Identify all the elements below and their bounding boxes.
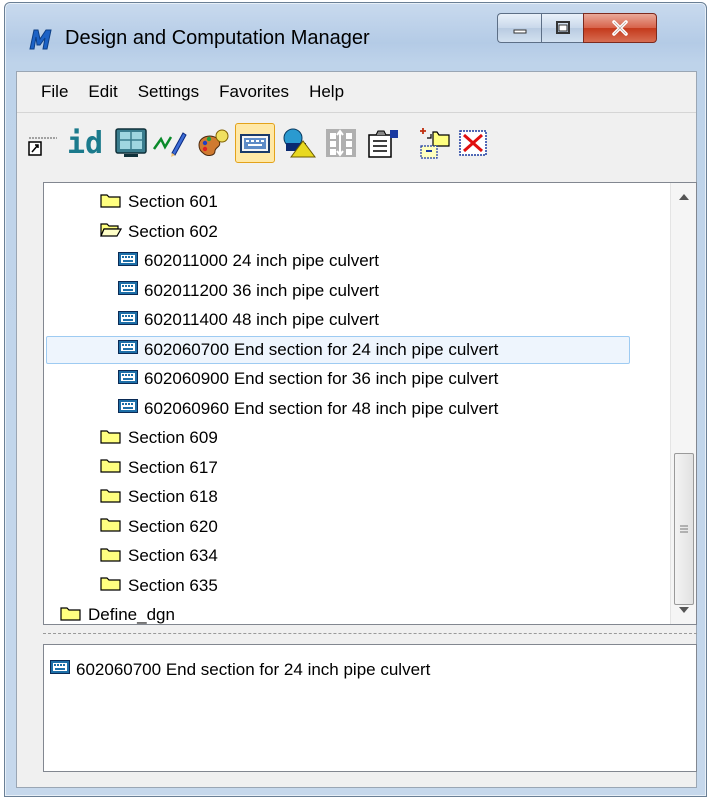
tree-item-label: 602060700 End section for 24 inch pipe c… (144, 339, 499, 359)
title-bar[interactable]: Design and Computation Manager (5, 3, 706, 77)
app-logo-icon (27, 25, 55, 53)
scrollbar-thumb[interactable] (674, 453, 694, 605)
ruler-arrow-icon (28, 137, 57, 156)
tree-folder[interactable]: Section 602 (100, 218, 218, 246)
folder-icon (100, 428, 122, 449)
folder-icon (100, 546, 122, 567)
tree-list: Section 601 Section 602 602011000 24 inch … (44, 183, 670, 624)
app-window: Design and Computation Manager File Edit… (4, 2, 707, 797)
compute-tool-button[interactable] (235, 123, 275, 163)
tree-item[interactable]: 602060700 End section for 24 inch pipe c… (46, 335, 630, 364)
folder-icon (100, 575, 122, 596)
window-title: Design and Computation Manager (65, 27, 370, 49)
menu-settings[interactable]: Settings (136, 80, 201, 104)
shapes-tool-button[interactable] (279, 123, 319, 163)
group-tool-button[interactable] (321, 123, 361, 163)
folder-open-icon (100, 221, 123, 242)
maximize-icon (555, 21, 570, 34)
compute-item-icon (118, 251, 138, 272)
shapes-icon (283, 128, 316, 158)
maximize-button[interactable] (541, 13, 583, 43)
tree-item-label: Section 602 (128, 221, 218, 241)
add-folder-button[interactable] (415, 123, 455, 163)
close-icon (612, 20, 628, 36)
tree-folder[interactable]: Section 609 (100, 424, 218, 452)
tree-item-label: 602011400 48 inch pipe culvert (144, 310, 380, 329)
folder-icon (100, 457, 122, 478)
tree-item[interactable]: 602060900 End section for 36 inch pipe c… (118, 365, 498, 393)
folder-icon (100, 516, 122, 537)
tree-item-label: Section 609 (128, 428, 218, 447)
folder-icon (100, 487, 122, 508)
tree-item[interactable]: 602011000 24 inch pipe culvert (118, 247, 379, 275)
scroll-down-button[interactable] (673, 598, 695, 622)
tree-folder[interactable]: Section 635 (100, 572, 218, 600)
menu-bar: File Edit Settings Favorites Help (17, 72, 696, 112)
id-tool-button[interactable]: id (65, 123, 105, 163)
monitor-icon (115, 128, 147, 157)
tree-folder[interactable]: Section 617 (100, 454, 218, 482)
tree-view[interactable]: Section 601 Section 602 602011000 24 inch … (43, 182, 697, 625)
symbology-tool-button[interactable] (193, 123, 233, 163)
draw-tool-button[interactable] (149, 123, 189, 163)
delete-button[interactable] (453, 123, 493, 163)
pane-splitter[interactable] (43, 628, 697, 638)
tree-item-label: Section 620 (128, 516, 218, 536)
client-area: File Edit Settings Favorites Help id Sec… (16, 71, 697, 788)
scroll-up-arrow-icon (679, 194, 689, 200)
tree-item-label: 602060960 End section for 48 inch pipe c… (144, 398, 499, 418)
compute-item-icon (118, 339, 138, 360)
detail-item: 602060700 End section for 24 inch pipe c… (50, 659, 430, 680)
scroll-down-arrow-icon (679, 607, 689, 613)
menu-help[interactable]: Help (307, 80, 346, 104)
tree-item[interactable]: 602011200 36 inch pipe culvert (118, 277, 379, 305)
detail-label: 602060700 End section for 24 inch pipe c… (76, 659, 431, 679)
compute-item-icon (118, 280, 138, 301)
minimize-button[interactable] (497, 13, 541, 43)
tree-item-label: 602011200 36 inch pipe culvert (144, 280, 380, 300)
minimize-icon (513, 29, 526, 34)
tree-folder[interactable]: Define_dgn (60, 601, 175, 624)
menu-favorites[interactable]: Favorites (217, 80, 291, 104)
tree-item-label: Section 617 (128, 457, 218, 477)
grip-icon (680, 525, 688, 533)
vertical-scrollbar[interactable] (670, 183, 696, 624)
detail-pane: 602060700 End section for 24 inch pipe c… (43, 644, 697, 772)
tree-item[interactable]: 602060960 End section for 48 inch pipe c… (118, 395, 498, 423)
tree-item-label: Section 635 (128, 575, 218, 595)
compute-item-icon (118, 398, 138, 419)
close-button[interactable] (583, 13, 657, 43)
tree-item-label: Section 618 (128, 487, 218, 506)
scroll-up-button[interactable] (673, 185, 695, 209)
compute-item-icon (50, 659, 70, 680)
tree-folder[interactable]: Section 601 (100, 188, 218, 216)
display-tool-button[interactable] (111, 123, 151, 163)
delete-icon (459, 130, 487, 156)
tree-item-label: 602011000 24 inch pipe culvert (144, 251, 380, 270)
compute-item-icon (118, 369, 138, 390)
tree-item[interactable]: 602011400 48 inch pipe culvert (118, 306, 379, 334)
grid-arrows-icon (326, 129, 356, 157)
folder-icon (100, 192, 122, 213)
tree-folder[interactable]: Section 634 (100, 542, 218, 570)
tree-item-label: Define_dgn (88, 605, 175, 624)
tree-item-label: Section 634 (128, 546, 218, 565)
compute-item-icon (118, 310, 138, 331)
caption-buttons (497, 13, 657, 43)
tree-item-label: 602060900 End section for 36 inch pipe c… (144, 369, 499, 388)
palette-icon (198, 129, 229, 156)
clipboard-icon (368, 130, 398, 158)
menu-edit[interactable]: Edit (86, 80, 119, 104)
pencil-line-icon (152, 132, 187, 157)
menu-file[interactable]: File (39, 80, 70, 104)
toolbar: id (17, 112, 696, 172)
place-tool-button[interactable] (25, 123, 65, 163)
tree-folder[interactable]: Section 618 (100, 483, 218, 511)
tree-folder[interactable]: Section 620 (100, 513, 218, 541)
folder-icon (60, 605, 82, 625)
keyboard-icon (240, 134, 270, 153)
tree-item-label: Section 601 (128, 192, 218, 211)
properties-tool-button[interactable] (363, 123, 403, 163)
add-folder-icon (420, 128, 450, 159)
